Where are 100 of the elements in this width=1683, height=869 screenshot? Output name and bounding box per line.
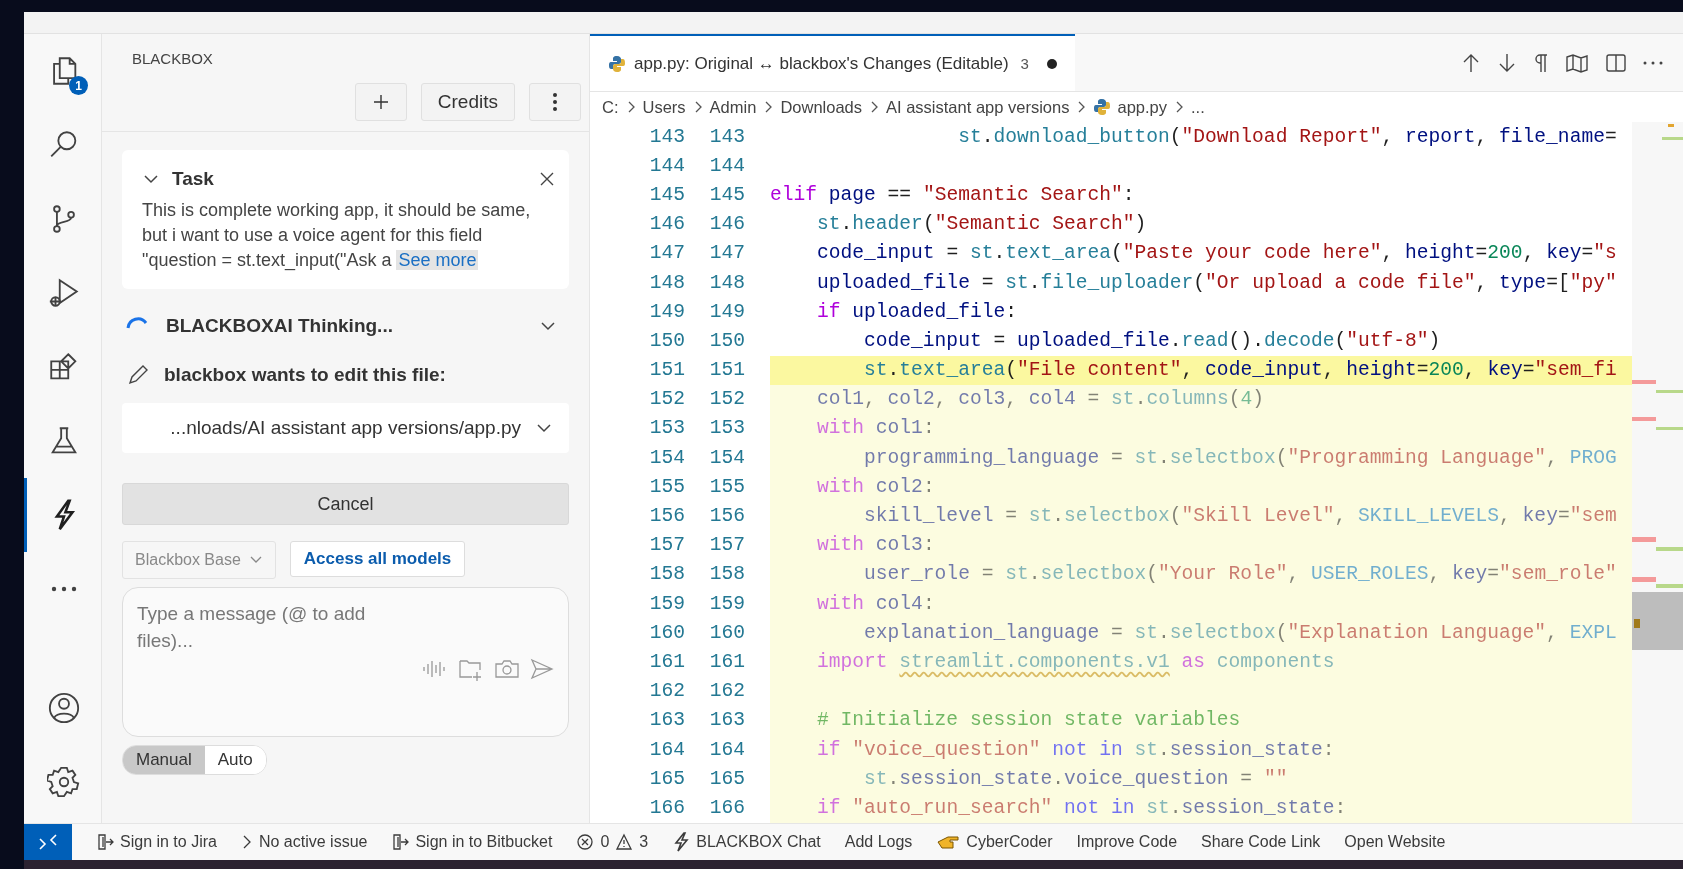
code-line: with col3: bbox=[816, 534, 935, 557]
chevron-icon bbox=[535, 422, 553, 434]
line-number: 158 bbox=[708, 563, 745, 586]
activity-bar-item[interactable]: 1 bbox=[24, 34, 101, 108]
file-dropdown[interactable]: ...nloads/AI assistant app versions/app.py bbox=[122, 403, 569, 453]
line-number: 143 bbox=[648, 125, 685, 148]
mode-toggle[interactable]: Manual bbox=[123, 746, 205, 774]
line-number: 153 bbox=[708, 417, 745, 440]
edit-notice: blackbox wants to edit this file: bbox=[164, 364, 446, 386]
breadcrumb-item[interactable]: Users bbox=[642, 97, 686, 117]
line-number: 151 bbox=[708, 359, 745, 382]
code-line: explanation_language = st.selectbox("Explanation Language", EXPL bbox=[863, 621, 1617, 644]
line-number: 147 bbox=[648, 242, 685, 265]
code-line: skill_level = st.selectbox("Skill Level", SKILL_LEVELS, key="sem bbox=[863, 505, 1617, 528]
line-number: 154 bbox=[648, 446, 685, 469]
chevron-icon[interactable] bbox=[539, 320, 557, 332]
line-number: 164 bbox=[648, 738, 685, 761]
lightning-icon bbox=[672, 832, 691, 852]
new-chat-button[interactable] bbox=[354, 83, 407, 121]
arrow-down-icon[interactable] bbox=[1497, 51, 1517, 74]
python-file-icon bbox=[1093, 98, 1112, 116]
status-item[interactable]: Sign in to Jira bbox=[120, 833, 217, 851]
status-item[interactable]: Share Code Link bbox=[1201, 833, 1321, 851]
line-number: 149 bbox=[648, 300, 685, 323]
line-number: 145 bbox=[648, 183, 685, 206]
status-item[interactable]: BLACKBOX Chat bbox=[696, 833, 821, 851]
play-bug-icon bbox=[47, 276, 81, 310]
task-description: This is complete working app, it should be same, but i want to use a voice agent for this field "question = st.text_input("Ask a See more bbox=[142, 199, 532, 273]
message-input[interactable]: Type a message (@ to add files)... bbox=[137, 600, 407, 656]
editor-tab[interactable]: app.py: Original ↔ blackbox's Changes (Editable) 3 bbox=[590, 34, 1075, 91]
code-line: col1, col2, col3, col4 = st.columns(4) bbox=[816, 388, 1264, 411]
code-line: with col1: bbox=[816, 417, 935, 440]
chevron-icon bbox=[248, 555, 263, 565]
line-number: 165 bbox=[708, 767, 745, 790]
breadcrumb-item[interactable]: Downloads bbox=[780, 97, 862, 117]
access-models-button[interactable]: Access all models bbox=[289, 541, 466, 577]
breadcrumb-item[interactable]: Admin bbox=[709, 97, 757, 117]
line-number: 160 bbox=[648, 621, 685, 644]
warning-icon bbox=[615, 833, 634, 851]
line-number: 152 bbox=[648, 388, 685, 411]
line-number: 148 bbox=[708, 271, 745, 294]
line-number: 150 bbox=[648, 329, 685, 352]
close-icon[interactable] bbox=[539, 171, 555, 187]
line-number: 162 bbox=[708, 680, 745, 703]
pilcrow-icon[interactable] bbox=[1533, 51, 1549, 74]
map-icon[interactable] bbox=[1565, 51, 1589, 74]
plus-icon bbox=[372, 94, 389, 110]
line-number: 159 bbox=[648, 592, 685, 615]
account-icon bbox=[47, 691, 81, 725]
breadcrumb-item[interactable]: ... bbox=[1191, 97, 1205, 117]
panel-title: BLACKBOX bbox=[132, 50, 214, 67]
line-number: 147 bbox=[708, 242, 745, 265]
remote-button[interactable] bbox=[24, 824, 72, 860]
code-line: code_input = uploaded_file.read().decode("utf-8") bbox=[863, 329, 1441, 352]
error-count: 0 bbox=[600, 833, 610, 851]
split-editor-icon[interactable] bbox=[1605, 51, 1627, 74]
see-more-link[interactable]: See more bbox=[396, 250, 479, 270]
status-item[interactable]: No active issue bbox=[258, 833, 368, 851]
line-number: 166 bbox=[648, 796, 685, 819]
more-icon[interactable] bbox=[1643, 60, 1663, 65]
line-number: 146 bbox=[708, 213, 745, 236]
line-number: 144 bbox=[708, 154, 745, 177]
code-line: # Initialize session state variables bbox=[816, 709, 1241, 732]
notification-badge: 1 bbox=[69, 76, 88, 95]
line-number: 155 bbox=[708, 475, 745, 498]
line-number: 155 bbox=[648, 475, 685, 498]
line-number: 153 bbox=[648, 417, 685, 440]
line-number: 148 bbox=[648, 271, 685, 294]
line-number: 162 bbox=[648, 680, 685, 703]
chevron-icon[interactable] bbox=[142, 173, 160, 185]
line-number: 145 bbox=[708, 183, 745, 206]
status-item[interactable]: Sign in to Bitbucket bbox=[415, 833, 553, 851]
error-icon bbox=[576, 833, 595, 851]
send-icon[interactable] bbox=[530, 658, 554, 680]
kebab-menu-icon bbox=[552, 92, 558, 112]
cancel-button[interactable]: Cancel bbox=[122, 483, 569, 525]
status-item[interactable]: Improve Code bbox=[1076, 833, 1178, 851]
line-number: 152 bbox=[708, 388, 745, 411]
thinking-status: BLACKBOXAI Thinking... bbox=[166, 315, 393, 337]
status-item[interactable]: CyberCoder bbox=[966, 833, 1053, 851]
line-number: 143 bbox=[708, 125, 745, 148]
line-number: 166 bbox=[708, 796, 745, 819]
line-number: 149 bbox=[708, 300, 745, 323]
code-line: with col4: bbox=[816, 592, 935, 615]
remote-icon bbox=[38, 833, 58, 851]
sign-in-icon bbox=[391, 833, 410, 851]
problems-status[interactable]: 0 3 bbox=[576, 833, 649, 851]
line-number: 156 bbox=[708, 505, 745, 528]
pencil-icon bbox=[126, 363, 150, 387]
status-item[interactable]: Open Website bbox=[1344, 833, 1446, 851]
code-line: uploaded_file = st.file_uploader("Or upload a code file", type=["py" bbox=[816, 271, 1617, 294]
problem-count: 3 bbox=[1020, 55, 1029, 72]
breadcrumb-item[interactable]: AI assistant app versions bbox=[886, 97, 1070, 117]
status-item[interactable]: Add Logs bbox=[844, 833, 913, 851]
code-line: elif page == "Semantic Search": bbox=[770, 183, 1135, 206]
code-line: if uploaded_file: bbox=[816, 300, 1017, 323]
breadcrumb-item[interactable]: C: bbox=[602, 97, 619, 117]
python-file-icon bbox=[608, 54, 626, 73]
breadcrumb-item[interactable]: app.py bbox=[1117, 97, 1167, 117]
credits-button[interactable]: Credits bbox=[420, 83, 515, 121]
